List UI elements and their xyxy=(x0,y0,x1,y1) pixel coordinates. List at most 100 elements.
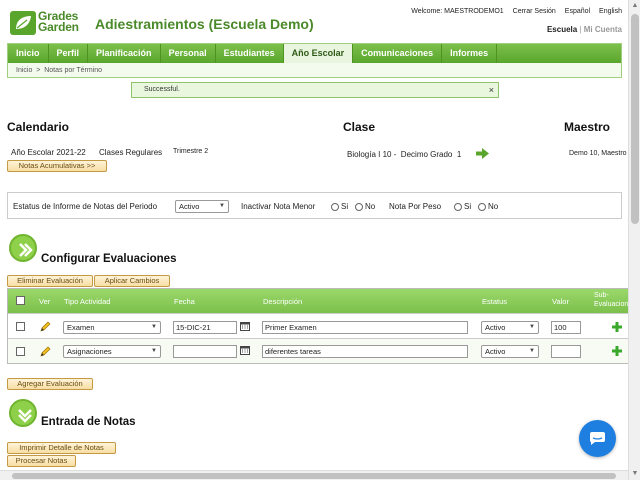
school-row: Escuela | Mi Cuenta xyxy=(547,25,622,34)
apply-changes-button[interactable]: Aplicar Cambios xyxy=(94,275,170,287)
col-sub-evaluacion: Sub- Evaluacion xyxy=(594,292,628,308)
success-message-text: Successful. xyxy=(144,86,180,93)
tab-comunicaciones[interactable]: Comunicaciones xyxy=(353,44,443,63)
by-weight-yes-radio[interactable] xyxy=(454,203,462,211)
close-icon[interactable]: × xyxy=(489,83,494,97)
status-value: Activo xyxy=(485,347,506,356)
delete-evaluation-button[interactable]: Eliminar Evaluación xyxy=(7,275,93,287)
evaluations-table: Ver Tipo Actividad Fecha Descripción Est… xyxy=(7,288,628,364)
chevron-down-icon: ▼ xyxy=(151,348,157,354)
add-evaluation-button[interactable]: Agregar Evaluación xyxy=(7,378,93,390)
vertical-scrollbar-thumb[interactable] xyxy=(631,14,639,224)
select-all-checkbox[interactable] xyxy=(16,296,25,305)
school-link[interactable]: Escuela xyxy=(547,25,577,34)
header: Grades Garden Adiestramientos (Escuela D… xyxy=(0,0,628,42)
class-name-text: Biología I 10 - Decimo Grado 1 xyxy=(347,150,462,159)
plus-icon[interactable] xyxy=(612,322,622,332)
table-row: Asignaciones ▼ diferentes tareas Activo ▼ xyxy=(8,338,628,363)
app-title: Adiestramientos (Escuela Demo) xyxy=(95,16,314,32)
activity-type-value: Examen xyxy=(67,323,95,332)
inactivate-no-radio[interactable] xyxy=(355,203,363,211)
calendario-title: Calendario xyxy=(7,120,70,134)
calendar-icon[interactable] xyxy=(240,322,250,331)
tab-perfil[interactable]: Perfil xyxy=(49,44,89,63)
page: Grades Garden Adiestramientos (Escuela D… xyxy=(0,0,628,480)
date-input[interactable]: 15-DIC-21 xyxy=(173,321,237,334)
expand-config-icon[interactable] xyxy=(9,234,37,262)
status-value: Activo xyxy=(485,323,506,332)
scroll-up-icon[interactable]: ▲ xyxy=(629,0,640,12)
welcome-text: Welcome: MAESTRODEMO1 xyxy=(411,8,504,15)
chevron-down-icon: ▼ xyxy=(529,324,535,330)
inactivate-yes-label: Si xyxy=(341,202,349,211)
pencil-icon[interactable] xyxy=(40,346,51,357)
chevron-down-icon: ▼ xyxy=(151,324,157,330)
date-input[interactable] xyxy=(173,345,237,358)
chat-icon xyxy=(590,432,605,445)
row-checkbox[interactable] xyxy=(16,347,25,356)
logo-text: Grades Garden xyxy=(38,10,79,33)
horizontal-scrollbar-thumb[interactable] xyxy=(12,473,616,479)
status-select-value: Activo xyxy=(179,202,200,211)
tab-inicio[interactable]: Inicio xyxy=(8,44,49,63)
grades-entry-title: Entrada de Notas xyxy=(41,416,136,428)
col-descripcion: Descripción xyxy=(263,297,303,306)
chat-button[interactable] xyxy=(579,420,616,457)
school-year-text: Año Escolar 2021-22 xyxy=(11,148,86,157)
breadcrumb[interactable]: Inicio > Notas por Término xyxy=(16,67,102,74)
tab-personal[interactable]: Personal xyxy=(161,44,216,63)
lang-es-link[interactable]: Español xyxy=(565,8,590,15)
horizontal-scrollbar[interactable] xyxy=(0,470,628,480)
logo-leaf-icon xyxy=(10,11,36,35)
tab-informes[interactable]: Informes xyxy=(442,44,498,63)
row-checkbox[interactable] xyxy=(16,322,25,331)
teacher-name-text: Demo 10, Maestro xyxy=(569,150,627,157)
status-select[interactable]: Activo ▼ xyxy=(481,321,539,334)
school-separator: | xyxy=(579,25,582,34)
scroll-down-icon[interactable]: ▼ xyxy=(629,468,640,480)
logout-link[interactable]: Cerrar Sesión xyxy=(513,8,556,15)
status-label: Estatus de Informe de Notas del Periodo xyxy=(13,202,158,211)
by-weight-no-radio[interactable] xyxy=(478,203,486,211)
top-links: Welcome: MAESTRODEMO1 Cerrar Sesión Espa… xyxy=(404,8,622,15)
inactivate-label: Inactivar Nota Menor xyxy=(241,202,316,211)
classes-text: Clases Regulares xyxy=(99,148,163,157)
arrow-right-icon[interactable] xyxy=(476,148,489,159)
by-weight-no-label: No xyxy=(488,202,499,211)
activity-type-select[interactable]: Examen ▼ xyxy=(63,321,161,334)
tab-estudiantes[interactable]: Estudiantes xyxy=(216,44,284,63)
table-row: Examen ▼ 15-DIC-21 Primer Examen Activo ▼ … xyxy=(8,313,628,338)
chevron-down-icon: ▼ xyxy=(219,203,225,209)
notas-acumulativas-button[interactable]: Notas Acumulativas >> xyxy=(7,160,107,172)
pencil-icon[interactable] xyxy=(40,321,51,332)
col-ver: Ver xyxy=(39,297,51,306)
print-grades-detail-button[interactable]: Imprimir Detalle de Notas xyxy=(7,442,116,454)
inactivate-yes-radio[interactable] xyxy=(331,203,339,211)
description-input[interactable]: Primer Examen xyxy=(262,321,468,334)
calendar-icon[interactable] xyxy=(240,346,250,355)
by-weight-label: Nota Por Peso xyxy=(389,202,442,211)
value-input[interactable] xyxy=(551,345,581,358)
col-tipo: Tipo Actividad xyxy=(64,297,111,306)
tab-ano-escolar[interactable]: Año Escolar xyxy=(283,44,354,63)
status-select[interactable]: Activo ▼ xyxy=(481,345,539,358)
grades-garden-logo[interactable]: Grades Garden xyxy=(10,10,94,35)
tab-planificacion[interactable]: Planificación xyxy=(88,44,161,63)
nav-tabs: Inicio Perfil Planificación Personal Estudia… xyxy=(8,44,621,63)
process-grades-button[interactable]: Procesar Notas xyxy=(7,455,76,467)
description-input[interactable]: diferentes tareas xyxy=(262,345,468,358)
plus-icon[interactable] xyxy=(612,346,622,356)
inactivate-no-label: No xyxy=(365,202,376,211)
my-account-link[interactable]: Mi Cuenta xyxy=(584,25,622,34)
vertical-scrollbar[interactable]: ▲ ▼ xyxy=(628,0,640,480)
success-message: Successful. × xyxy=(131,82,499,98)
activity-type-select[interactable]: Asignaciones ▼ xyxy=(63,345,161,358)
lang-en-link[interactable]: English xyxy=(599,8,622,15)
value-input[interactable]: 100 xyxy=(551,321,581,334)
term-text: Trimestre 2 xyxy=(173,148,209,155)
status-select[interactable]: Activo ▼ xyxy=(175,200,229,213)
by-weight-yes-label: Si xyxy=(464,202,472,211)
filter-bar: Estatus de Informe de Notas del Periodo … xyxy=(7,192,622,219)
col-valor: Valor xyxy=(552,297,569,306)
expand-grades-icon[interactable] xyxy=(9,399,37,427)
